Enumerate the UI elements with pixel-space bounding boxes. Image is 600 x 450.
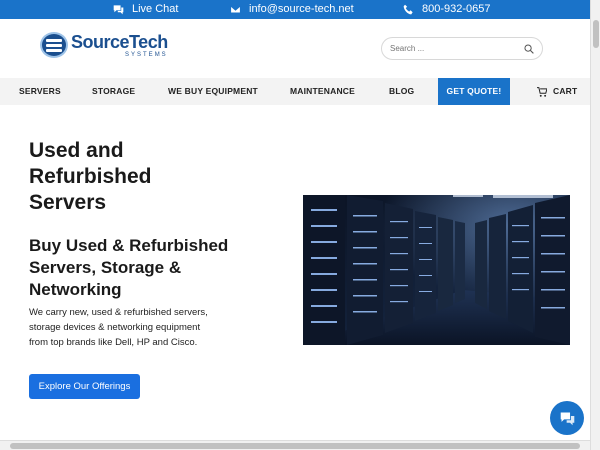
get-quote-button[interactable]: GET QUOTE! xyxy=(438,78,510,105)
nav-blog[interactable]: BLOG xyxy=(389,78,414,105)
chat-icon xyxy=(113,4,124,14)
nav-maintenance[interactable]: MAINTENANCE xyxy=(290,78,355,105)
vertical-scrollbar[interactable] xyxy=(590,0,600,450)
envelope-icon xyxy=(230,5,241,13)
horizontal-scrollbar[interactable] xyxy=(0,440,590,450)
live-chat-label: Live Chat xyxy=(132,3,179,15)
logo-icon xyxy=(40,32,68,58)
main-nav: SERVERS STORAGE WE BUY EQUIPMENT MAINTEN… xyxy=(0,78,590,105)
cart-link[interactable]: CART xyxy=(537,78,577,105)
hero-title: Used and Refurbished Servers xyxy=(29,139,152,214)
hero-description: We carry new, used & refurbished servers… xyxy=(29,307,208,348)
cart-icon xyxy=(537,86,547,97)
hero-subtitle: Buy Used & Refurbished Servers, Storage … xyxy=(29,236,229,299)
chat-icon xyxy=(560,412,574,425)
search-input[interactable] xyxy=(390,44,510,53)
nav-we-buy-equipment[interactable]: WE BUY EQUIPMENT xyxy=(168,78,258,105)
search-box xyxy=(381,37,543,60)
logo-name: SourceTech xyxy=(71,31,168,52)
server-room-image xyxy=(303,195,570,345)
site-logo[interactable]: SourceTech SYSTEMS xyxy=(40,32,168,58)
explore-offerings-button[interactable]: Explore Our Offerings xyxy=(29,374,140,399)
chat-widget-button[interactable] xyxy=(550,401,584,435)
search-icon[interactable] xyxy=(524,43,534,54)
phone-number: 800-932-0657 xyxy=(422,3,491,15)
nav-storage[interactable]: STORAGE xyxy=(92,78,135,105)
email-address: info@source-tech.net xyxy=(249,3,354,15)
live-chat-link[interactable]: Live Chat xyxy=(113,3,178,15)
phone-link[interactable]: 800-932-0657 xyxy=(403,3,491,15)
email-link[interactable]: info@source-tech.net xyxy=(230,3,354,15)
contact-bar: Live Chat info@source-tech.net 800-932-0… xyxy=(0,0,590,19)
phone-icon xyxy=(403,4,413,14)
nav-servers[interactable]: SERVERS xyxy=(19,78,61,105)
cart-label: CART xyxy=(553,86,578,96)
logo-subtitle: SYSTEMS xyxy=(125,51,168,58)
